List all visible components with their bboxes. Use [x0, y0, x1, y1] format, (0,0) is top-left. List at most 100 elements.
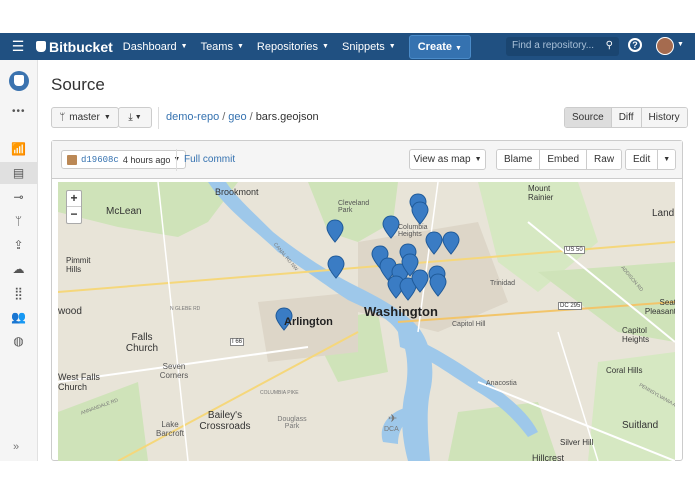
branches-icon[interactable]: ᛘ: [0, 210, 37, 232]
nav-teams[interactable]: Teams ▼: [201, 41, 244, 53]
map-road-label: DC 295: [558, 302, 583, 310]
chevron-down-icon: ▼: [322, 43, 329, 50]
help-icon[interactable]: ?: [628, 38, 642, 52]
map-label: Mount Rainier: [528, 184, 554, 202]
top-nav-bar: ☰ Bitbucket Dashboard ▼ Teams ▼ Repositori…: [0, 33, 695, 60]
repo-sidebar: ••• 📶 ▤ ⊸ ᛘ ⇪ ☁ ⣿ 👥 ◍ »: [0, 60, 38, 461]
map-label: wood: [58, 306, 82, 317]
globe-icon[interactable]: ◍: [0, 330, 37, 352]
chevron-down-icon[interactable]: ▼: [677, 41, 684, 48]
nav-repositories-label: Repositories: [256, 40, 319, 53]
map-road-label: US 50: [564, 246, 585, 254]
map-label: Seven Corners: [159, 362, 189, 380]
map-road-label: I 66: [230, 338, 245, 346]
nav-snippets-label: Snippets: [341, 40, 385, 53]
map-label: Douglass Park: [277, 416, 307, 430]
edit-menu-chevron-icon[interactable]: ▼: [657, 150, 676, 169]
commits-icon[interactable]: ⊸: [0, 186, 37, 208]
breadcrumb-folder[interactable]: geo: [228, 111, 246, 123]
view-mode-select[interactable]: View as map ▼: [409, 149, 486, 170]
branch-selector[interactable]: ᛘ master ▼: [51, 107, 119, 128]
chevron-down-icon: ▼: [474, 156, 482, 163]
tab-source[interactable]: Source: [565, 108, 611, 127]
zoom-in-button[interactable]: +: [67, 191, 81, 207]
breadcrumb-repo[interactable]: demo-repo: [166, 111, 219, 123]
pipelines-icon[interactable]: ☁: [0, 258, 37, 280]
map-tiles: ✈: [58, 182, 675, 461]
create-button[interactable]: Create ▼: [408, 34, 471, 59]
source-icon[interactable]: ▤: [0, 162, 37, 184]
map-label: West Falls Church: [58, 372, 100, 392]
map-label: Cleveland Park: [338, 200, 370, 214]
map-label: Land: [652, 208, 675, 219]
map-label: Falls Church: [125, 332, 159, 354]
map-label: Pimmit Hills: [66, 256, 91, 274]
file-actions: Blame Embed Raw: [496, 149, 623, 170]
full-commit-link[interactable]: Full commit: [184, 154, 235, 165]
map-road-label: COLUMBIA PIKE: [260, 390, 299, 396]
map-label: Silver Hill: [560, 438, 594, 447]
svg-text:✈: ✈: [388, 413, 397, 425]
commit-selector[interactable]: d19608c 4 hours ago ▼: [61, 150, 187, 169]
zoom-out-button[interactable]: −: [67, 207, 81, 223]
zoom-control: + −: [66, 190, 82, 224]
edit-button[interactable]: Edit: [626, 150, 658, 169]
brand-name: Bitbucket: [49, 38, 113, 55]
nav-dashboard-label: Dashboard: [122, 40, 177, 53]
chevron-down-icon: ▼: [455, 44, 462, 52]
chevron-down-icon: ▼: [236, 43, 244, 50]
map-label: Seat Pleasant: [644, 298, 675, 316]
view-mode-label: View as map: [413, 154, 471, 165]
view-tabs: Source Diff History: [564, 107, 688, 128]
nav-snippets[interactable]: Snippets ▼: [342, 41, 396, 53]
map-label: Anacostia: [486, 380, 517, 387]
commit-time: 4 hours ago: [122, 154, 171, 165]
commit-author-avatar: [67, 154, 77, 165]
geojson-map[interactable]: ✈ + − Brookmont McLean Cleveland Park Co…: [58, 182, 675, 461]
nav-repositories[interactable]: Repositories ▼: [257, 41, 329, 53]
map-label: Bailey's Crossroads: [199, 410, 251, 432]
nav-teams-label: Teams: [200, 40, 233, 53]
map-label: Washington: [364, 304, 438, 319]
embed-button[interactable]: Embed: [539, 150, 587, 169]
map-label: Capitol Heights: [622, 326, 650, 344]
map-label: Coral Hills: [606, 366, 643, 375]
download-button[interactable]: ⤓ ▼: [118, 107, 152, 128]
chevron-down-icon: ▼: [134, 114, 142, 121]
map-label: McLean: [106, 206, 142, 217]
nav-dashboard[interactable]: Dashboard ▼: [123, 41, 188, 53]
map-label: Arlington: [284, 316, 333, 328]
blame-button[interactable]: Blame: [497, 150, 540, 169]
map-label: Brookmont: [215, 187, 259, 197]
breadcrumb-separator: /: [249, 111, 253, 123]
repository-search-input[interactable]: Find a repository... ⚲: [506, 37, 619, 56]
expand-sidebar-icon[interactable]: »: [13, 441, 19, 453]
pull-requests-icon[interactable]: ⇪: [0, 234, 37, 256]
bitbucket-logo[interactable]: Bitbucket: [36, 39, 113, 55]
edit-group: Edit ▼: [625, 149, 677, 170]
breadcrumb-file: bars.geojson: [255, 111, 319, 123]
map-label: DCA: [384, 426, 399, 433]
more-icon[interactable]: •••: [12, 106, 26, 117]
raw-button[interactable]: Raw: [586, 150, 622, 169]
breadcrumb: demo-repo / geo / bars.geojson: [166, 111, 319, 123]
tab-history[interactable]: History: [640, 108, 687, 127]
users-icon[interactable]: 👥: [0, 306, 37, 328]
tab-diff[interactable]: Diff: [610, 108, 641, 127]
overview-icon[interactable]: 📶: [0, 138, 37, 160]
chevron-down-icon: ▼: [180, 43, 188, 50]
map-label: Suitland: [622, 420, 659, 431]
branch-name: master: [69, 112, 100, 123]
commit-hash: d19608c: [81, 154, 119, 165]
map-label: Columbia Heights: [398, 224, 428, 238]
divider: [176, 149, 177, 171]
create-label: Create: [417, 40, 452, 53]
avatar[interactable]: [656, 37, 674, 55]
menu-icon[interactable]: ☰: [0, 38, 36, 55]
repo-avatar-icon[interactable]: [9, 71, 29, 91]
downloads-icon[interactable]: ⣿: [0, 282, 37, 304]
file-viewer: d19608c 4 hours ago ▼ Full commit View a…: [51, 140, 683, 461]
map-label: Lake Barcroft: [155, 420, 184, 438]
bucket-icon: [36, 41, 46, 52]
search-placeholder: Find a repository...: [512, 40, 595, 51]
